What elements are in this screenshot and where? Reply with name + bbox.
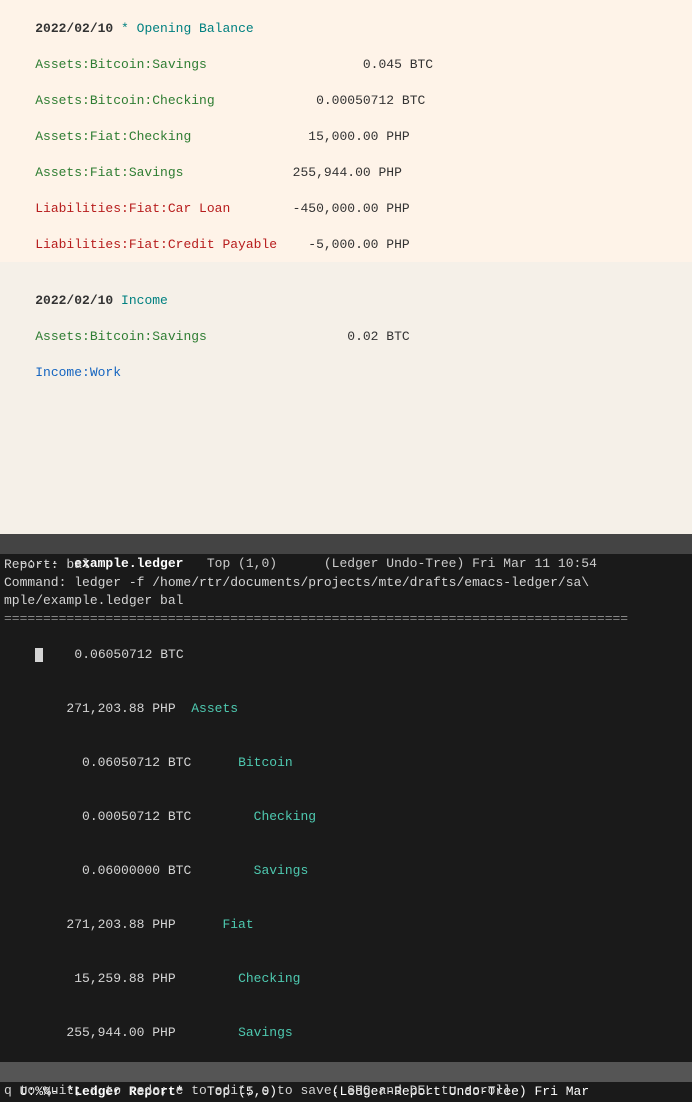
mode-line-position: Top (1,0) (Ledger Undo-Tree) Fri Mar 11 … [183, 556, 596, 571]
date-1: 2022/02/10 [35, 21, 113, 36]
bitcoin-label: Bitcoin [238, 755, 293, 770]
account-name-2: Assets:Bitcoin:Checking [35, 93, 214, 108]
desc-1: * Opening Balance [121, 21, 254, 36]
mode-line-filename: example.ledger [74, 556, 183, 571]
terminal-area: Report: bal Command: ledger -f /home/rtr… [0, 554, 692, 1062]
account-name-1: Assets:Bitcoin:Savings [35, 57, 207, 72]
command-line-2: mple/example.ledger bal [0, 592, 692, 610]
date-2: 2022/02/10 [35, 293, 113, 308]
account-line-9: Assets:Bitcoin:Savings 0.02 BTC [0, 328, 692, 364]
account-line-3: Assets:Fiat:Checking 15,000.00 PHP [0, 128, 692, 164]
savings-label-2: Savings [238, 1025, 293, 1040]
account-line-2: Assets:Bitcoin:Checking 0.00050712 BTC [0, 92, 692, 128]
balance-row-3: 0.06050712 BTC Bitcoin [0, 736, 692, 790]
desc-2: Income [121, 293, 168, 308]
account-name-6: Liabilities:Fiat:Credit Payable [35, 237, 277, 252]
account-line-1: Assets:Bitcoin:Savings 0.045 BTC [0, 56, 692, 92]
terminal-mode-line: U:%%- *Ledger Report* Top (5,0) (Ledger-… [0, 1062, 692, 1082]
account-line-10: Income:Work [0, 364, 692, 400]
editor-gap [0, 262, 692, 272]
account-line-5: Liabilities:Fiat:Car Loan -450,000.00 PH… [0, 200, 692, 236]
editor-mode-line: -:--- example.ledger Top (1,0) (Ledger U… [0, 534, 692, 554]
editor-area: 2022/02/10 * Opening Balance Assets:Bitc… [0, 0, 692, 262]
checking-label-2: Checking [238, 971, 300, 986]
account-name-10: Income:Work [35, 365, 121, 380]
separator: ========================================… [0, 610, 692, 628]
transaction-2-header: 2022/02/10 Income [0, 274, 692, 328]
account-name-5: Liabilities:Fiat:Car Loan [35, 201, 230, 216]
balance-row-7: 15,259.88 PHP Checking [0, 952, 692, 1006]
balance-row-5: 0.06000000 BTC Savings [0, 844, 692, 898]
balance-row-2: 271,203.88 PHP Assets [0, 682, 692, 736]
balance-row-1: 0.06050712 BTC [0, 628, 692, 682]
transaction-1-header: 2022/02/10 * Opening Balance [0, 2, 692, 56]
fiat-label: Fiat [222, 917, 253, 932]
account-line-6: Liabilities:Fiat:Credit Payable -5,000.0… [0, 236, 692, 262]
balance-row-8: 255,944.00 PHP Savings [0, 1006, 692, 1060]
editor-area-2: 2022/02/10 Income Assets:Bitcoin:Savings… [0, 272, 692, 534]
account-name-4: Assets:Fiat:Savings [35, 165, 183, 180]
account-name-3: Assets:Fiat:Checking [35, 129, 191, 144]
account-name-9: Assets:Bitcoin:Savings [35, 329, 207, 344]
checking-label-1: Checking [254, 809, 316, 824]
balance-row-6: 271,203.88 PHP Fiat [0, 898, 692, 952]
command-line-1: Command: ledger -f /home/rtr/documents/p… [0, 574, 692, 592]
balance-row-4: 0.00050712 BTC Checking [0, 790, 692, 844]
account-line-4: Assets:Fiat:Savings 255,944.00 PHP [0, 164, 692, 200]
savings-label-1: Savings [254, 863, 309, 878]
assets-label: Assets [191, 701, 238, 716]
